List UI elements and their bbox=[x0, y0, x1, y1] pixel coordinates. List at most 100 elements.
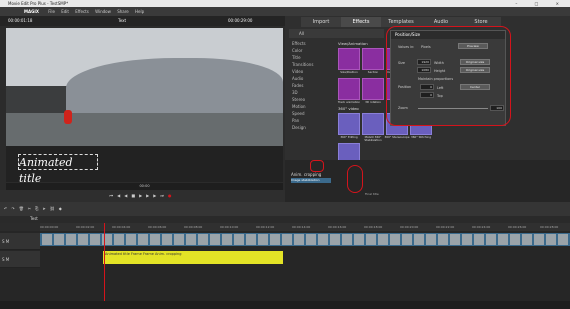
tile-track-animation[interactable] bbox=[338, 78, 360, 100]
pointer-icon[interactable]: ➤ bbox=[42, 206, 49, 211]
tile-3d-rotation[interactable] bbox=[362, 78, 384, 100]
clip-thumbnail bbox=[318, 234, 328, 245]
tile-label: 3D rotation bbox=[365, 100, 381, 104]
rewind-icon[interactable]: ◀◀ bbox=[117, 193, 131, 198]
clip-thumbnail bbox=[426, 234, 436, 245]
clip-thumbnail bbox=[138, 234, 148, 245]
timeline-tab[interactable]: Test bbox=[30, 216, 38, 221]
timeline-tabs: Test bbox=[0, 216, 570, 223]
menu-edit[interactable]: Edit bbox=[61, 9, 69, 14]
category-item[interactable]: Transitions bbox=[289, 61, 335, 68]
category-item[interactable]: Audio bbox=[289, 75, 335, 82]
track-header-2[interactable]: S M bbox=[0, 251, 40, 268]
stop-icon[interactable]: ■ bbox=[131, 193, 139, 198]
playhead[interactable] bbox=[104, 223, 105, 301]
category-item[interactable]: Motion bbox=[289, 103, 335, 110]
section-view-animation: View/Animation bbox=[338, 41, 368, 46]
brand-logo: MAGIX bbox=[24, 9, 39, 14]
tile-label: Section bbox=[367, 70, 379, 74]
menu-window[interactable]: Window bbox=[95, 9, 111, 14]
person-figure bbox=[64, 110, 72, 124]
record-icon[interactable]: ● bbox=[168, 193, 176, 198]
timeline-ruler[interactable]: 00:00:00:00 00:00:02:00 00:00:04:00 00:0… bbox=[40, 223, 570, 231]
ruler-tick: 00:00:18:00 bbox=[364, 225, 383, 229]
menu-effects[interactable]: Effects bbox=[75, 9, 89, 14]
clip-thumbnail bbox=[54, 234, 64, 245]
ruler-tick: 00:00:20:00 bbox=[400, 225, 419, 229]
stabilization-clip[interactable]: Image stabilization bbox=[291, 178, 331, 183]
category-item[interactable]: Effects bbox=[289, 40, 335, 47]
clip-thumbnail bbox=[186, 234, 196, 245]
next-icon[interactable]: ⏭ bbox=[160, 193, 168, 198]
category-item[interactable]: Design bbox=[289, 124, 335, 131]
clip-thumbnail bbox=[282, 234, 292, 245]
clip-thumbnail bbox=[246, 234, 256, 245]
scrub-time: 00:00 bbox=[139, 184, 150, 188]
clip-thumbnail bbox=[534, 234, 544, 245]
menu-file[interactable]: File bbox=[48, 9, 55, 14]
clip-thumbnail bbox=[438, 234, 448, 245]
animated-title-text[interactable]: Animated title bbox=[18, 154, 98, 185]
tile-360-stabilization[interactable] bbox=[362, 113, 384, 135]
menu-share[interactable]: Share bbox=[117, 9, 129, 14]
clip-thumbnail bbox=[270, 234, 280, 245]
section-360-video: 360° video bbox=[338, 106, 359, 111]
ruler-tick: 00:00:04:00 bbox=[112, 225, 131, 229]
edit-toolbar: ↶↷🗑✂⎘➤⛓◆ bbox=[0, 202, 570, 216]
tile-label: 360° Stitching bbox=[410, 135, 431, 139]
clip-thumbnail bbox=[150, 234, 160, 245]
ruler-tick: 00:00:02:00 bbox=[76, 225, 95, 229]
clip-thumbnail bbox=[486, 234, 496, 245]
clip-thumbnail bbox=[174, 234, 184, 245]
highlight-position-size bbox=[386, 26, 511, 126]
clip-thumbnail bbox=[162, 234, 172, 245]
tile-size-position[interactable] bbox=[338, 48, 360, 70]
ruler-tick: 00:00:12:00 bbox=[256, 225, 275, 229]
clip-thumbnail bbox=[558, 234, 568, 245]
clip-thumbnail bbox=[474, 234, 484, 245]
clip-thumbnail bbox=[390, 234, 400, 245]
timecode-left: 00:00:01:18 bbox=[8, 18, 33, 23]
marker-icon[interactable]: ◆ bbox=[59, 206, 66, 211]
category-item[interactable]: Color bbox=[289, 47, 335, 54]
clip-thumbnail bbox=[402, 234, 412, 245]
category-item[interactable]: Speed bbox=[289, 110, 335, 117]
category-item[interactable]: 3D bbox=[289, 89, 335, 96]
track-header-1[interactable]: S M bbox=[0, 233, 40, 250]
ruler-tick: 00:00:22:00 bbox=[436, 225, 455, 229]
link-icon[interactable]: ⛓ bbox=[50, 206, 59, 211]
effect-parameters: Anim. cropping Image stabilization Final… bbox=[285, 160, 570, 202]
preview-scrub-bar[interactable]: 00:00 bbox=[6, 183, 283, 190]
tile-section[interactable] bbox=[362, 48, 384, 70]
clip-thumbnail bbox=[210, 234, 220, 245]
category-item[interactable]: Fades bbox=[289, 82, 335, 89]
tile-label: Track animation bbox=[337, 100, 361, 104]
final-title-label: Final title bbox=[365, 192, 379, 196]
clip-thumbnail bbox=[510, 234, 520, 245]
category-item[interactable]: Pan bbox=[289, 117, 335, 124]
prev-icon[interactable]: ⏮ bbox=[110, 193, 118, 198]
ruler-tick: 00:00:10:00 bbox=[220, 225, 239, 229]
category-item[interactable]: Title bbox=[289, 54, 335, 61]
forward-icon[interactable]: ▶▶ bbox=[146, 193, 160, 198]
tile-360-stabilizing[interactable] bbox=[338, 143, 360, 161]
tab-effects[interactable]: Effects bbox=[341, 17, 381, 27]
video-clip-strip[interactable] bbox=[40, 233, 570, 246]
mode-select[interactable]: Text bbox=[118, 16, 126, 26]
redo-icon[interactable]: ↷ bbox=[11, 206, 18, 211]
window-controls[interactable]: – □ × bbox=[515, 0, 567, 7]
clip-thumbnail bbox=[378, 234, 388, 245]
ruler-tick: 00:00:14:00 bbox=[292, 225, 311, 229]
tab-import[interactable]: Import bbox=[301, 17, 341, 27]
category-item[interactable]: Video bbox=[289, 68, 335, 75]
tile-360-editing[interactable] bbox=[338, 113, 360, 135]
effects-filter[interactable]: All bbox=[289, 29, 384, 38]
category-item[interactable]: Stereo bbox=[289, 96, 335, 103]
menu-help[interactable]: Help bbox=[135, 9, 144, 14]
clip-thumbnail bbox=[306, 234, 316, 245]
clip-thumbnail bbox=[462, 234, 472, 245]
delete-icon[interactable]: 🗑 bbox=[19, 206, 28, 211]
title-clip[interactable]: Animated title Frame Frame Anim. croppin… bbox=[103, 251, 283, 264]
clip-thumbnail bbox=[354, 234, 364, 245]
anim-cropping-label: Anim. cropping bbox=[291, 172, 322, 177]
